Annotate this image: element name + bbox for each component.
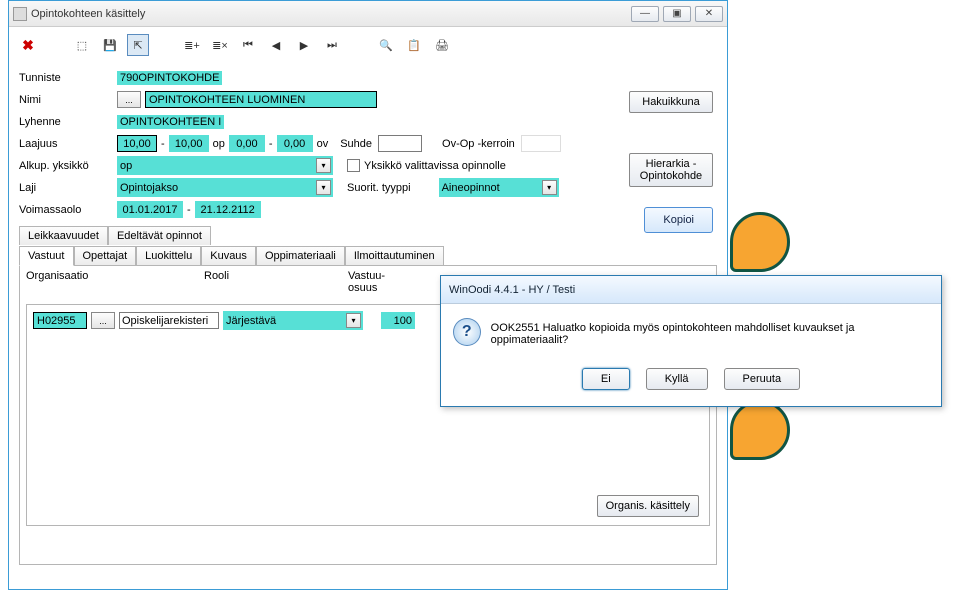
dialog-cancel-button[interactable]: Peruuta	[724, 368, 801, 390]
delete-icon[interactable]: ✖	[17, 34, 39, 56]
voimassa-to[interactable]	[195, 201, 261, 218]
yksikko-checkbox[interactable]	[347, 159, 360, 172]
value-lyhenne: OPINTOKOHTEEN I	[117, 115, 224, 129]
label-suhde: Suhde	[340, 138, 372, 150]
save-icon[interactable]: 💾	[99, 34, 121, 56]
toolbar-btn-3[interactable]: ⇱	[127, 34, 149, 56]
laji-value: Opintojakso	[120, 182, 178, 194]
tab-oppimateriaali[interactable]: Oppimateriaali	[256, 246, 345, 265]
value-tunniste: 790OPINTOKOHDE	[117, 71, 222, 85]
toolbar-btn-1[interactable]: ⬚	[71, 34, 93, 56]
clipboard-icon[interactable]: 📋	[403, 34, 425, 56]
label-yksikko-check: Yksikkö valittavissa opinnolle	[364, 160, 506, 172]
unit-op: op	[209, 138, 229, 150]
alkup-yksikko-select[interactable]: op ▾	[117, 156, 333, 175]
nav-first-icon[interactable]: ⏮	[237, 34, 259, 56]
nav-next-icon[interactable]: ▶	[293, 34, 315, 56]
label-lyhenne: Lyhenne	[19, 116, 117, 128]
dash-3: -	[183, 204, 195, 216]
label-suorit: Suorit. tyyppi	[347, 182, 411, 194]
voimassa-from[interactable]	[117, 201, 183, 218]
label-nimi: Nimi	[19, 94, 117, 106]
header-organisaatio: Organisaatio	[26, 270, 204, 294]
ovop-field[interactable]	[521, 135, 561, 152]
nav-prev-icon[interactable]: ◀	[265, 34, 287, 56]
role-select[interactable]: Järjestävä ▾	[223, 311, 363, 330]
tab-opettajat[interactable]: Opettajat	[74, 246, 137, 265]
dash-2: -	[265, 138, 277, 150]
nav-last-icon[interactable]: ⏭	[321, 34, 343, 56]
header-rooli: Rooli	[204, 270, 348, 294]
org-lookup-button[interactable]: ...	[91, 312, 115, 329]
chevron-down-icon: ▾	[542, 180, 557, 195]
share-field[interactable]	[381, 312, 415, 329]
laajuus-ov-to[interactable]	[277, 135, 313, 152]
background-graphic-bottom	[730, 400, 842, 470]
chevron-down-icon: ▾	[316, 180, 331, 195]
chevron-down-icon: ▾	[316, 158, 331, 173]
tab-ilmoittautuminen[interactable]: Ilmoittautuminen	[345, 246, 444, 265]
alkup-yksikko-value: op	[120, 160, 132, 172]
header-vastuuosuus: Vastuu- osuus	[348, 270, 408, 294]
hierarkia-button[interactable]: Hierarkia - Opintokohde	[629, 153, 713, 187]
nimi-lookup-button[interactable]: ...	[117, 91, 141, 108]
maximize-button[interactable]: ▣	[663, 6, 691, 22]
tab-luokittelu[interactable]: Luokittelu	[136, 246, 201, 265]
search-icon[interactable]: 🔍	[375, 34, 397, 56]
kopioi-button[interactable]: Kopioi	[644, 207, 713, 233]
nav-add-icon[interactable]: ≣+	[181, 34, 203, 56]
unit-ov: ov	[313, 138, 333, 150]
tab-edeltavat[interactable]: Edeltävät opinnot	[108, 226, 211, 245]
minimize-button[interactable]: —	[631, 6, 659, 22]
close-button[interactable]: ✕	[695, 6, 723, 22]
titlebar: Opintokohteen käsittely — ▣ ✕	[9, 1, 727, 27]
background-graphic-top	[730, 212, 842, 282]
confirm-dialog: WinOodi 4.4.1 - HY / Testi ? OOK2551 Hal…	[440, 275, 942, 407]
label-laajuus: Laajuus	[19, 138, 117, 150]
print-icon[interactable]: 🖨	[431, 34, 453, 56]
question-icon: ?	[453, 318, 481, 346]
laajuus-op-from[interactable]	[117, 135, 157, 152]
suorit-select[interactable]: Aineopinnot ▾	[439, 178, 559, 197]
tab-leikkaavuudet[interactable]: Leikkaavuudet	[19, 226, 108, 245]
org-name-field[interactable]: Opiskelijarekisteri	[119, 312, 219, 329]
chevron-down-icon: ▾	[346, 313, 361, 328]
dash-1: -	[157, 138, 169, 150]
app-icon	[13, 7, 27, 21]
organis-kasittely-button[interactable]: Organis. käsittely	[597, 495, 699, 517]
form-area: Tunniste 790OPINTOKOHDE Nimi ... Lyhenne…	[9, 63, 727, 225]
dialog-yes-button[interactable]: Kyllä	[646, 368, 708, 390]
toolbar: ✖ ⬚ 💾 ⇱ ≣+ ≣× ⏮ ◀ ▶ ⏭ 🔍 📋 🖨	[9, 27, 727, 63]
window-title: Opintokohteen käsittely	[31, 8, 631, 20]
label-ovop: Ov-Op -kerroin	[442, 138, 515, 150]
label-alkup-yksikko: Alkup. yksikkö	[19, 160, 117, 172]
suhde-field[interactable]	[378, 135, 422, 152]
label-voimassaolo: Voimassaolo	[19, 204, 117, 216]
hakuikkuna-button[interactable]: Hakuikkuna	[629, 91, 713, 113]
laji-select[interactable]: Opintojakso ▾	[117, 178, 333, 197]
nav-remove-icon[interactable]: ≣×	[209, 34, 231, 56]
tab-kuvaus[interactable]: Kuvaus	[201, 246, 256, 265]
dialog-no-button[interactable]: Ei	[582, 368, 630, 390]
label-laji: Laji	[19, 182, 117, 194]
laajuus-op-to[interactable]	[169, 135, 209, 152]
dialog-message: OOK2551 Haluatko kopioida myös opintokoh…	[491, 318, 929, 346]
role-value: Järjestävä	[226, 315, 276, 327]
laajuus-ov-from[interactable]	[229, 135, 265, 152]
dialog-title: WinOodi 4.4.1 - HY / Testi	[441, 276, 941, 304]
org-code-field[interactable]	[33, 312, 87, 329]
suorit-value: Aineopinnot	[442, 182, 500, 194]
nimi-field[interactable]	[145, 91, 377, 108]
tab-vastuut[interactable]: Vastuut	[19, 246, 74, 266]
label-tunniste: Tunniste	[19, 72, 117, 84]
